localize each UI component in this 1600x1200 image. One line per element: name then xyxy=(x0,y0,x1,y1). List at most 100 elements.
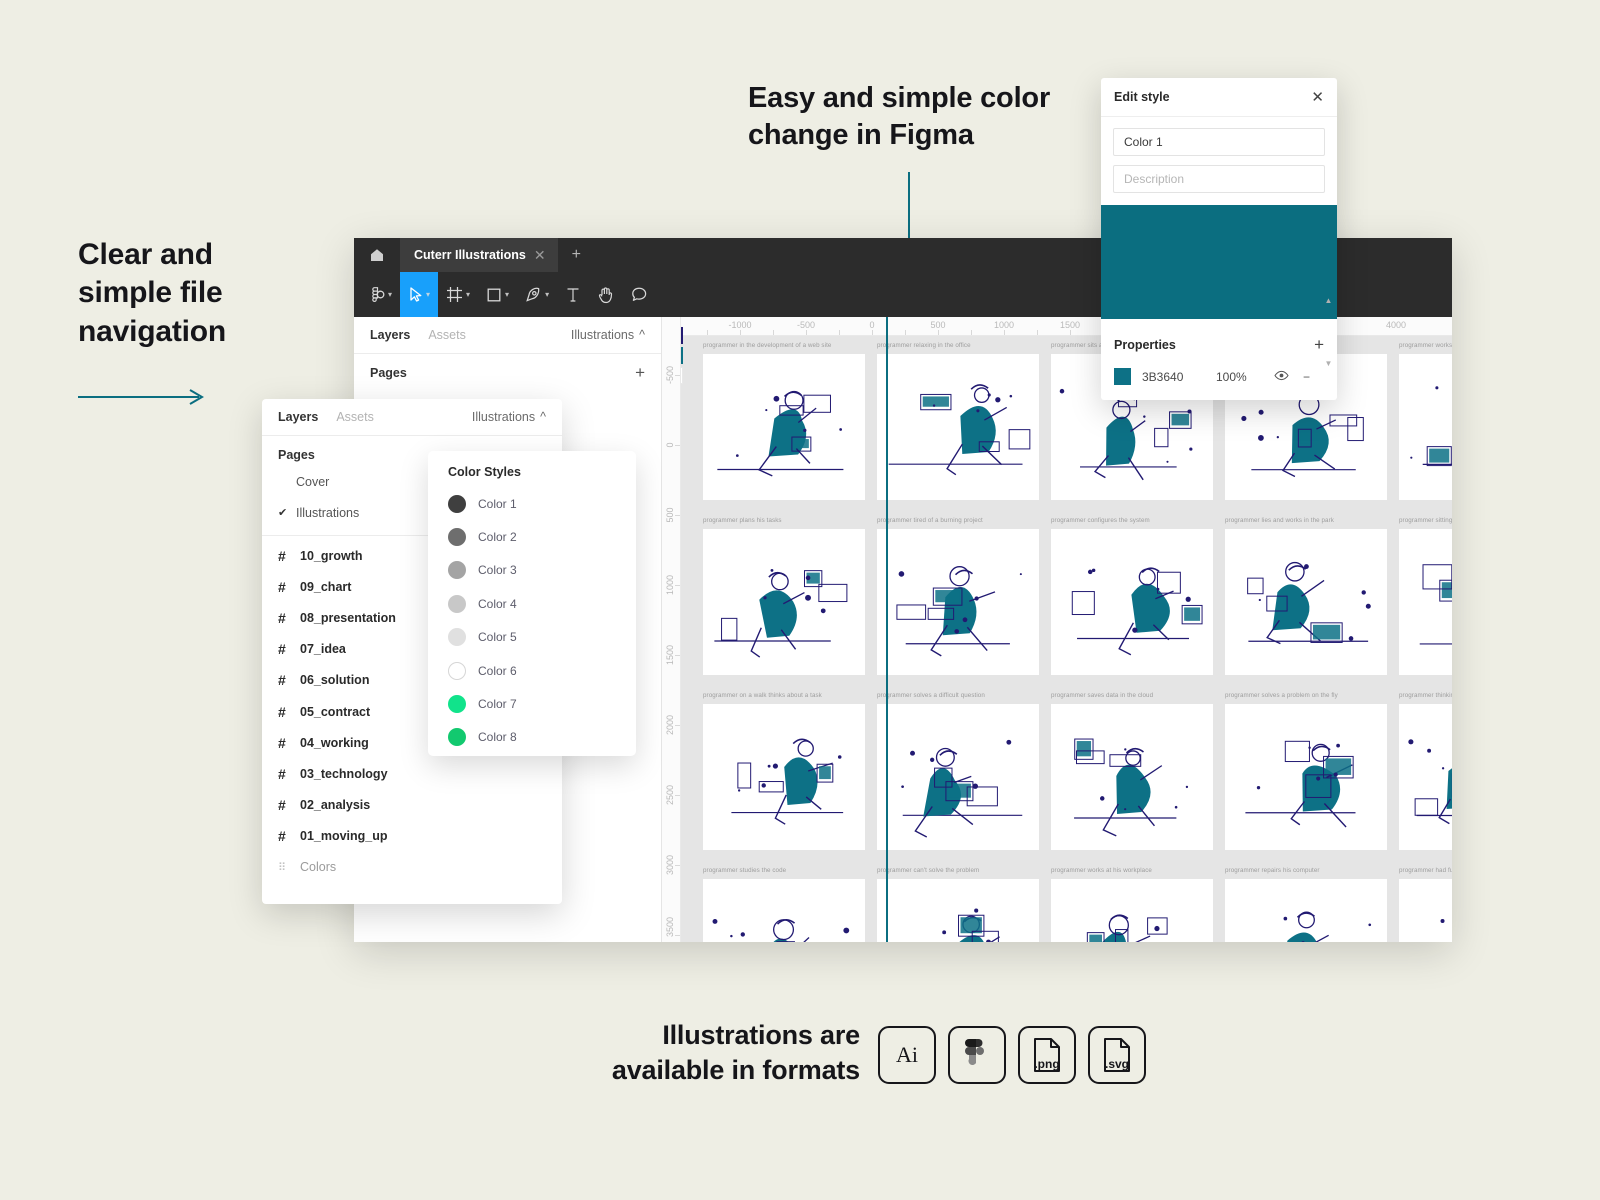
property-hex[interactable]: 3B3640 xyxy=(1142,370,1216,384)
illustration[interactable] xyxy=(1051,879,1213,942)
figma-menu-tool[interactable]: ▾ xyxy=(362,272,400,317)
layer-row[interactable]: #01_moving_up xyxy=(262,821,562,852)
canvas-frame[interactable]: programmer on a walk thinks about a task xyxy=(703,692,865,850)
canvas-frame[interactable]: programmer plans his tasks xyxy=(703,517,865,675)
layer-row[interactable]: #03_technology xyxy=(262,758,562,789)
figma-canvas[interactable]: -500 0 500 1000 1500 2000 2500 3000 3500 -1000 -5… xyxy=(662,317,1452,942)
format-figma[interactable] xyxy=(948,1026,1006,1084)
frame-label: programmer on a walk thinks about a task xyxy=(703,692,822,699)
layer-row-colors[interactable]: ⠿ Colors xyxy=(262,852,562,883)
illustration[interactable] xyxy=(877,529,1039,675)
ruler-tick-h: 0 xyxy=(869,320,875,330)
color-style-label: Color 2 xyxy=(478,530,517,545)
color-style-row[interactable]: Color 3 xyxy=(428,554,636,587)
illustration[interactable] xyxy=(877,879,1039,942)
shape-tool[interactable]: ▾ xyxy=(478,272,517,317)
canvas-frame[interactable]: programmer solves a problem on the fly xyxy=(1225,692,1387,850)
illustration[interactable] xyxy=(1225,529,1387,675)
scroll-down-icon[interactable]: ▼ xyxy=(1325,359,1333,368)
ruler-mark xyxy=(1004,330,1005,335)
illustration[interactable] xyxy=(877,354,1039,500)
illustration[interactable] xyxy=(1399,879,1452,942)
format-png[interactable]: .png xyxy=(1018,1026,1076,1084)
illustration[interactable] xyxy=(703,879,865,942)
canvas-frame[interactable]: programmer thinking xyxy=(1399,692,1452,850)
tab-layers[interactable]: Layers xyxy=(370,328,410,342)
canvas-frame[interactable]: programmer sitting xyxy=(1399,517,1452,675)
illustration[interactable] xyxy=(877,704,1039,850)
property-color-chip[interactable] xyxy=(1114,368,1131,385)
illustration[interactable] xyxy=(1225,704,1387,850)
canvas-frame[interactable]: programmer works xyxy=(1399,342,1452,500)
hand-tool[interactable] xyxy=(589,272,622,317)
pen-tool[interactable]: ▾ xyxy=(517,272,557,317)
new-tab-button[interactable]: + xyxy=(558,238,595,272)
tab-layers[interactable]: Layers xyxy=(278,410,318,424)
color-style-row[interactable]: Color 1 xyxy=(428,487,636,520)
property-opacity[interactable]: 100% xyxy=(1216,370,1274,384)
layer-row[interactable]: #02_analysis xyxy=(262,790,562,821)
color-style-label: Color 5 xyxy=(478,630,517,645)
canvas-frame[interactable]: programmer saves data in the cloud xyxy=(1051,692,1213,850)
color-style-row[interactable]: Color 4 xyxy=(428,587,636,620)
canvas-frame[interactable]: programmer tired of a burning project xyxy=(877,517,1039,675)
properties-label: Properties xyxy=(1114,338,1176,352)
canvas-frame[interactable]: programmer lies and works in the park xyxy=(1225,517,1387,675)
color-style-row[interactable]: Color 2 xyxy=(428,520,636,553)
style-description-field[interactable]: Description xyxy=(1113,165,1325,193)
scroll-up-icon[interactable]: ▲ xyxy=(1325,296,1333,305)
canvas-frame[interactable]: programmer works at his workplace xyxy=(1051,867,1213,942)
tab-assets[interactable]: Assets xyxy=(336,410,374,424)
file-tab[interactable]: Cuterr Illustrations ✕ xyxy=(400,238,558,272)
ruler-mark xyxy=(675,795,680,796)
frame-label: programmer can't solve the problem xyxy=(877,867,980,874)
page-selector[interactable]: Illustrations ^ xyxy=(571,328,645,342)
illustration[interactable] xyxy=(703,529,865,675)
canvas-frame[interactable]: programmer repairs his computer xyxy=(1225,867,1387,942)
frame-tool[interactable]: ▾ xyxy=(438,272,478,317)
page-selector[interactable]: Illustrations ^ xyxy=(472,410,546,424)
tab-assets[interactable]: Assets xyxy=(428,328,466,342)
remove-property-button[interactable]: − xyxy=(1303,370,1310,384)
format-ai[interactable]: Ai xyxy=(878,1026,936,1084)
color-style-row[interactable]: Color 6 xyxy=(428,654,636,687)
color-style-row[interactable]: Color 8 xyxy=(428,721,636,754)
style-name-field[interactable]: Color 1 xyxy=(1113,128,1325,156)
chevron-down-icon: ▾ xyxy=(545,290,550,299)
format-svg[interactable]: .svg xyxy=(1088,1026,1146,1084)
illustration[interactable] xyxy=(1051,704,1213,850)
color-preview-swatch[interactable] xyxy=(1101,205,1337,319)
canvas-frame[interactable]: programmer had fun xyxy=(1399,867,1452,942)
ruler-tick-v: 1500 xyxy=(665,644,675,666)
text-tool[interactable] xyxy=(557,272,589,317)
canvas-frame[interactable]: programmer studies the code xyxy=(703,867,865,942)
move-tool[interactable]: ▾ xyxy=(400,272,439,317)
add-property-button[interactable]: + xyxy=(1314,335,1324,355)
ruler-mark xyxy=(872,330,873,335)
canvas-frame[interactable]: programmer relaxing in the office xyxy=(877,342,1039,500)
illustration[interactable] xyxy=(1399,704,1452,850)
home-icon[interactable] xyxy=(354,238,400,272)
frame-label: programmer sitting xyxy=(1399,517,1452,524)
canvas-frame[interactable]: programmer configures the system xyxy=(1051,517,1213,675)
canvas-frame[interactable]: programmer in the development of a web s… xyxy=(703,342,865,500)
close-icon[interactable]: ✕ xyxy=(534,247,546,264)
illustration[interactable] xyxy=(1051,529,1213,675)
color-style-row[interactable]: Color 7 xyxy=(428,687,636,720)
illustration[interactable] xyxy=(1399,354,1452,500)
close-icon[interactable]: ✕ xyxy=(1311,90,1324,105)
comment-tool[interactable] xyxy=(622,272,656,317)
illustration[interactable] xyxy=(703,354,865,500)
canvas-frame[interactable]: programmer can't solve the problem xyxy=(877,867,1039,942)
color-styles-popup: Color Styles Color 1 Color 2 Color 3 Color … xyxy=(428,451,636,756)
frame-icon: # xyxy=(278,578,286,595)
illustration[interactable] xyxy=(1225,879,1387,942)
canvas-frame[interactable]: programmer solves a difficult question xyxy=(877,692,1039,850)
add-page-button[interactable]: + xyxy=(635,363,645,383)
illustration[interactable] xyxy=(1399,529,1452,675)
ruler-tick-h: 1500 xyxy=(1059,320,1081,330)
color-style-row[interactable]: Color 5 xyxy=(428,621,636,654)
eye-icon[interactable] xyxy=(1274,370,1289,384)
illustration[interactable] xyxy=(703,704,865,850)
panel-scrollbar[interactable]: ▲ ▼ xyxy=(1324,296,1333,368)
